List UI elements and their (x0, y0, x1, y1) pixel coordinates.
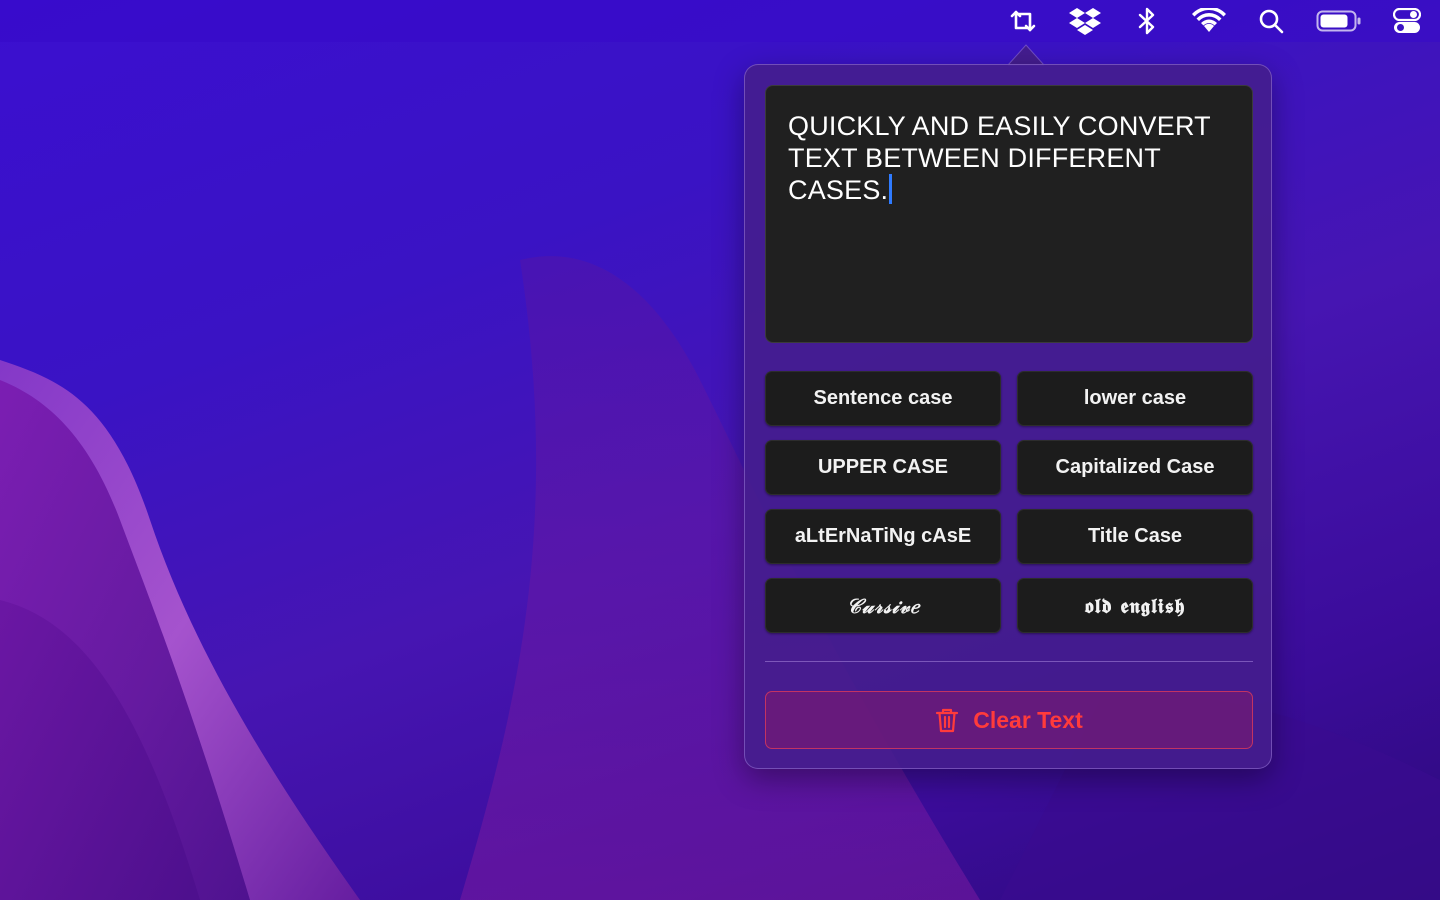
case-converter-popover: QUICKLY AND EASILY CONVERT TEXT BETWEEN … (744, 64, 1272, 769)
clear-text-label: Clear Text (973, 706, 1083, 733)
clear-text-button[interactable]: Clear Text (765, 691, 1253, 749)
editor-text: QUICKLY AND EASILY CONVERT TEXT BETWEEN … (788, 111, 1211, 205)
lower-case-button[interactable]: lower case (1017, 371, 1253, 426)
control-center-icon[interactable] (1390, 6, 1424, 36)
cursive-button[interactable]: 𝒞𝓊𝓇𝓈𝒾𝓋𝑒 (765, 578, 1001, 633)
title-case-button[interactable]: Title Case (1017, 509, 1253, 564)
wifi-icon[interactable] (1192, 6, 1226, 36)
text-editor[interactable]: QUICKLY AND EASILY CONVERT TEXT BETWEEN … (765, 85, 1253, 343)
alternating-case-button[interactable]: aLtErNaTiNg cAsE (765, 509, 1001, 564)
old-english-button[interactable]: 𝖔𝖑𝖉 𝖊𝖓𝖌𝖑𝖎𝖘𝖍 (1017, 578, 1253, 633)
case-button-grid: Sentence case lower case UPPER CASE Capi… (765, 371, 1253, 633)
menu-bar (0, 0, 1440, 42)
battery-icon[interactable] (1316, 6, 1362, 36)
trash-icon (935, 707, 959, 733)
convert-arrows-icon[interactable] (1006, 6, 1040, 36)
dropbox-icon[interactable] (1068, 6, 1102, 36)
search-icon[interactable] (1254, 6, 1288, 36)
sentence-case-button[interactable]: Sentence case (765, 371, 1001, 426)
upper-case-button[interactable]: UPPER CASE (765, 440, 1001, 495)
divider (765, 661, 1253, 662)
popover-arrow (1008, 44, 1044, 66)
text-caret (889, 174, 893, 204)
capitalized-case-button[interactable]: Capitalized Case (1017, 440, 1253, 495)
bluetooth-icon[interactable] (1130, 6, 1164, 36)
